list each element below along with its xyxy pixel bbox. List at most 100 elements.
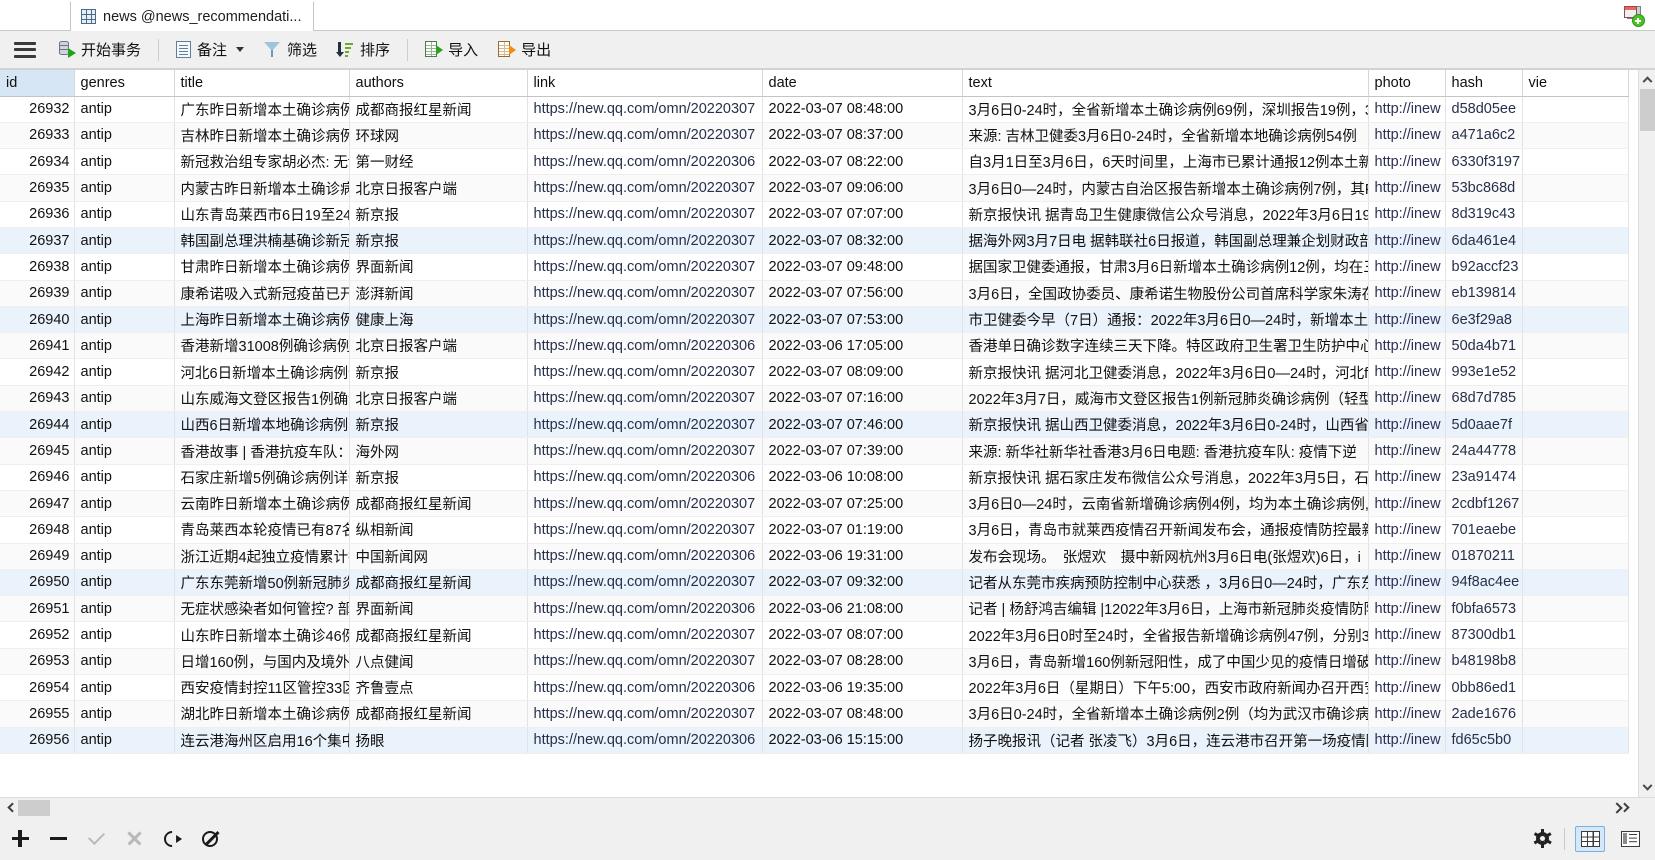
cell-photo[interactable]: http://inew [1368, 96, 1446, 123]
cell-view[interactable] [1522, 201, 1629, 228]
cell-link[interactable]: https://new.qq.com/omn/20220307 [527, 306, 763, 334]
cell-photo[interactable]: http://inew [1368, 227, 1446, 255]
table-row[interactable]: 26951 antip 无症状感染者如何管控? 部s 界面新闻 https://new.… [0, 595, 1629, 623]
table-row[interactable]: 26943 antip 山东威海文登区报告1例确诊 北京日报客户端 https://ne… [0, 385, 1629, 413]
cell-hash[interactable]: 2ade1676 [1445, 700, 1523, 728]
cell-link[interactable]: https://new.qq.com/omn/20220307 [527, 411, 763, 439]
cell-hash[interactable]: a471a6c2 [1445, 122, 1523, 150]
cell-view[interactable] [1522, 148, 1629, 176]
cell-text[interactable]: 记者 | 杨舒鸿吉编辑 |12022年3月6日，上海市新冠肺炎疫情防阼 [962, 595, 1369, 623]
table-row[interactable]: 26936 antip 山东青岛莱西市6日19至24日 新京报 https://new.… [0, 201, 1629, 228]
cell-genres[interactable]: antip [74, 490, 175, 518]
table-row[interactable]: 26933 antip 吉林昨日新增本土确诊病例5 环球网 https://new.qq… [0, 122, 1629, 150]
cell-link[interactable]: https://new.qq.com/omn/20220307 [527, 621, 763, 649]
cell-authors[interactable]: 成都商报红星新闻 [349, 621, 528, 649]
cell-photo[interactable]: http://inew [1368, 201, 1446, 228]
settings-button[interactable] [1530, 827, 1554, 851]
cell-id[interactable]: 26950 [0, 569, 75, 597]
cell-hash[interactable]: 94f8ac4ee [1445, 569, 1523, 597]
cell-title[interactable]: 青岛莱西本轮疫情已有87名! [174, 516, 350, 544]
cell-view[interactable] [1522, 437, 1629, 465]
apply-change-button[interactable] [84, 827, 108, 851]
cell-genres[interactable]: antip [74, 516, 175, 544]
cell-genres[interactable]: antip [74, 621, 175, 649]
cell-id[interactable]: 26942 [0, 358, 75, 386]
cell-view[interactable] [1522, 595, 1629, 623]
cell-text[interactable]: 3月6日，青岛新增160例新冠阳性，成了中国少见的疫情日增破 [962, 648, 1369, 676]
cell-date[interactable]: 2022-03-07 08:28:00 [762, 648, 963, 676]
cell-authors[interactable]: 新京报 [349, 464, 528, 491]
cell-text[interactable]: 市卫健委今早（7日）通报：2022年3月6日0—24时，新增本土 [962, 306, 1369, 334]
cell-genres[interactable]: antip [74, 253, 175, 281]
cell-date[interactable]: 2022-03-07 08:48:00 [762, 700, 963, 728]
table-row[interactable]: 26932 antip 广东昨日新增本土确诊病例6 成都商报红星新闻 https://n… [0, 96, 1629, 123]
cell-view[interactable] [1522, 253, 1629, 281]
cell-photo[interactable]: http://inew [1368, 727, 1446, 754]
cell-genres[interactable]: antip [74, 411, 175, 439]
cell-authors[interactable]: 界面新闻 [349, 595, 528, 623]
cell-id[interactable]: 26934 [0, 148, 75, 176]
tab-news-table[interactable]: news @news_recommendati... [70, 1, 315, 31]
add-record-button[interactable] [8, 827, 32, 851]
cell-id[interactable]: 26954 [0, 674, 75, 702]
cell-view[interactable] [1522, 96, 1629, 123]
cell-hash[interactable]: 87300db1 [1445, 621, 1523, 649]
note-button[interactable]: 备注 [166, 35, 254, 65]
scroll-up-button[interactable] [1639, 70, 1655, 87]
cell-hash[interactable]: 0bb86ed1 [1445, 674, 1523, 702]
cell-link[interactable]: https://new.qq.com/omn/20220307 [527, 253, 763, 281]
table-row[interactable]: 26941 antip 香港新增31008例确诊病例， 北京日报客户端 https://… [0, 332, 1629, 360]
cell-title[interactable]: 广东东莞新增50例新冠肺炎i [174, 569, 350, 597]
table-row[interactable]: 26937 antip 韩国副总理洪楠基确诊新冠 新京报 https://new.qq.… [0, 227, 1629, 255]
cell-genres[interactable]: antip [74, 727, 175, 754]
grid-column-header-genres[interactable]: genres [74, 70, 175, 97]
cell-text[interactable]: 据国家卫健委通报，甘肃3月6日新增本土确诊病例12例，均在三 [962, 253, 1369, 281]
cell-photo[interactable]: http://inew [1368, 464, 1446, 491]
cell-id[interactable]: 26939 [0, 280, 75, 307]
cell-authors[interactable]: 海外网 [349, 437, 528, 465]
grid-column-header-hash[interactable]: hash [1445, 70, 1523, 97]
cell-authors[interactable]: 中国新闻网 [349, 543, 528, 570]
cell-photo[interactable]: http://inew [1368, 516, 1446, 544]
cell-date[interactable]: 2022-03-06 19:35:00 [762, 674, 963, 702]
cell-genres[interactable]: antip [74, 174, 175, 202]
hamburger-menu-icon[interactable] [14, 41, 36, 58]
cell-title[interactable]: 吉林昨日新增本土确诊病例5 [174, 122, 350, 150]
cell-photo[interactable]: http://inew [1368, 411, 1446, 439]
cell-id[interactable]: 26943 [0, 385, 75, 413]
cell-link[interactable]: https://new.qq.com/omn/20220307 [527, 516, 763, 544]
cell-photo[interactable]: http://inew [1368, 621, 1446, 649]
cell-text[interactable]: 新京报快讯 据石家庄发布微信公众号消息，2022年3月5日，石 [962, 464, 1369, 491]
cell-title[interactable]: 韩国副总理洪楠基确诊新冠 [174, 227, 350, 255]
cell-link[interactable]: https://new.qq.com/omn/20220307 [527, 280, 763, 307]
cell-date[interactable]: 2022-03-06 15:15:00 [762, 727, 963, 754]
cell-authors[interactable]: 成都商报红星新闻 [349, 96, 528, 123]
cell-genres[interactable]: antip [74, 332, 175, 360]
cell-view[interactable] [1522, 385, 1629, 413]
cell-title[interactable]: 香港故事 | 香港抗疫车队：f [174, 437, 350, 465]
cell-text[interactable]: 新京报快讯 据河北卫健委消息，2022年3月6日0—24时，河北f [962, 358, 1369, 386]
cell-hash[interactable]: b92accf23 [1445, 253, 1523, 281]
cell-id[interactable]: 26951 [0, 595, 75, 623]
cell-hash[interactable]: 6da461e4 [1445, 227, 1523, 255]
cell-photo[interactable]: http://inew [1368, 595, 1446, 623]
cell-view[interactable] [1522, 648, 1629, 676]
cell-text[interactable]: 香港单日确诊数字连续三天下降。特区政府卫生署卫生防护中心 [962, 332, 1369, 360]
cell-date[interactable]: 2022-03-07 08:22:00 [762, 148, 963, 176]
cell-link[interactable]: https://new.qq.com/omn/20220307 [527, 122, 763, 150]
cell-title[interactable]: 山东威海文登区报告1例确诊 [174, 385, 350, 413]
cell-hash[interactable]: b48198b8 [1445, 648, 1523, 676]
cell-photo[interactable]: http://inew [1368, 437, 1446, 465]
cell-link[interactable]: https://new.qq.com/omn/20220306 [527, 543, 763, 570]
cell-text[interactable]: 3月6日，青岛市就莱西疫情召开新闻发布会，通报疫情防控最新 [962, 516, 1369, 544]
cell-text[interactable]: 扬子晚报讯（记者 张凌飞）3月6日，连云港市召开第一场疫情防 [962, 727, 1369, 754]
cell-photo[interactable]: http://inew [1368, 674, 1446, 702]
cell-link[interactable]: https://new.qq.com/omn/20220307 [527, 700, 763, 728]
cell-id[interactable]: 26937 [0, 227, 75, 255]
cell-title[interactable]: 康希诺吸入式新冠疫苗已开f [174, 280, 350, 307]
horizontal-scroll-thumb[interactable] [18, 800, 50, 816]
cell-link[interactable]: https://new.qq.com/omn/20220307 [527, 437, 763, 465]
cell-authors[interactable]: 新京报 [349, 201, 528, 228]
cell-text[interactable]: 来源: 吉林卫健委3月6日0-24时，全省新增本地确诊病例54例 [962, 122, 1369, 150]
table-row[interactable]: 26954 antip 西安疫情封控11区管控33区 齐鲁壹点 https://new.… [0, 674, 1629, 702]
